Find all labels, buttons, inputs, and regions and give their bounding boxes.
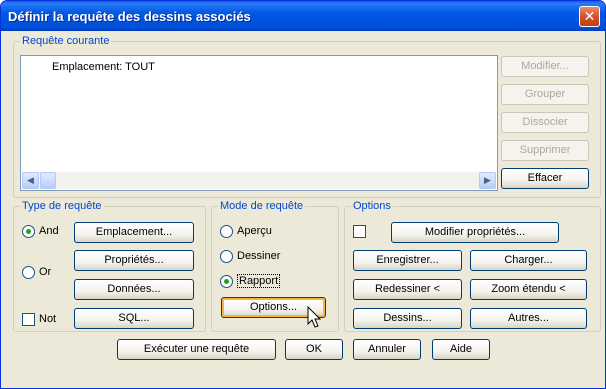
others-button[interactable]: Autres...	[470, 308, 587, 329]
data-button[interactable]: Données...	[74, 279, 194, 300]
location-button[interactable]: Emplacement...	[74, 222, 194, 243]
dialog-window: Définir la requête des dessins associés …	[0, 0, 606, 389]
close-icon: ✕	[583, 8, 596, 24]
mouse-pointer-icon	[307, 306, 322, 328]
checkbox-not-label: Not	[39, 313, 57, 325]
radio-draw-label: Dessiner	[237, 250, 281, 262]
current-request-list[interactable]: Emplacement: TOUT ◀ ▶	[20, 55, 498, 191]
list-item[interactable]: Emplacement: TOUT	[52, 61, 155, 73]
clear-button[interactable]: Effacer	[501, 168, 589, 189]
ok-button[interactable]: OK	[285, 339, 343, 360]
cancel-button[interactable]: Annuler	[353, 339, 421, 360]
help-button[interactable]: Aide	[432, 339, 490, 360]
radio-preview-indicator[interactable]	[220, 225, 233, 238]
scroll-left-icon[interactable]: ◀	[22, 172, 39, 189]
radio-or-label: Or	[39, 266, 52, 278]
radio-draw-indicator[interactable]	[220, 250, 233, 263]
delete-button[interactable]: Supprimer	[501, 140, 589, 161]
load-button[interactable]: Charger...	[470, 250, 587, 271]
horizontal-scrollbar[interactable]: ◀ ▶	[22, 172, 496, 189]
radio-report-label: Rapport	[237, 274, 281, 288]
radio-preview-label: Aperçu	[237, 225, 272, 237]
options-legend: Options	[351, 200, 393, 212]
dissociate-button[interactable]: Dissocier	[501, 112, 589, 133]
modify-button[interactable]: Modifier...	[501, 56, 589, 77]
dialog-body: Requête courante Emplacement: TOUT ◀ ▶ M…	[4, 31, 602, 385]
title-bar[interactable]: Définir la requête des dessins associés …	[1, 1, 605, 31]
radio-and-label: And	[39, 225, 59, 237]
options-checkbox-box[interactable]	[353, 225, 366, 238]
scroll-right-icon[interactable]: ▶	[479, 172, 496, 189]
window-title: Définir la requête des dessins associés	[8, 9, 251, 24]
current-request-legend: Requête courante	[20, 35, 112, 47]
checkbox-not-box[interactable]	[22, 313, 35, 326]
radio-or-indicator[interactable]	[22, 266, 35, 279]
group-button[interactable]: Grouper	[501, 84, 589, 105]
modify-properties-button[interactable]: Modifier propriétés...	[391, 222, 559, 243]
request-type-group: Type de requête And Or Not Emplacement..…	[13, 200, 206, 332]
sql-button[interactable]: SQL...	[74, 308, 194, 329]
radio-and-indicator[interactable]	[22, 225, 35, 238]
save-button[interactable]: Enregistrer...	[353, 250, 462, 271]
mode-options-label: Options...	[249, 301, 298, 313]
scroll-thumb[interactable]	[40, 172, 56, 189]
redraw-button[interactable]: Redessiner <	[353, 279, 462, 300]
request-type-legend: Type de requête	[20, 200, 104, 212]
execute-request-button[interactable]: Exécuter une requête	[117, 339, 276, 360]
options-group: Options Modifier propriétés... Enregistr…	[344, 200, 601, 332]
radio-report-indicator[interactable]	[220, 275, 233, 288]
close-button[interactable]: ✕	[579, 6, 600, 27]
drawings-button[interactable]: Dessins...	[353, 308, 462, 329]
properties-button[interactable]: Propriétés...	[74, 250, 194, 271]
zoom-extents-button[interactable]: Zoom étendu <	[470, 279, 587, 300]
current-request-group: Requête courante Emplacement: TOUT ◀ ▶ M…	[13, 35, 601, 198]
request-mode-legend: Mode de requête	[218, 200, 306, 212]
